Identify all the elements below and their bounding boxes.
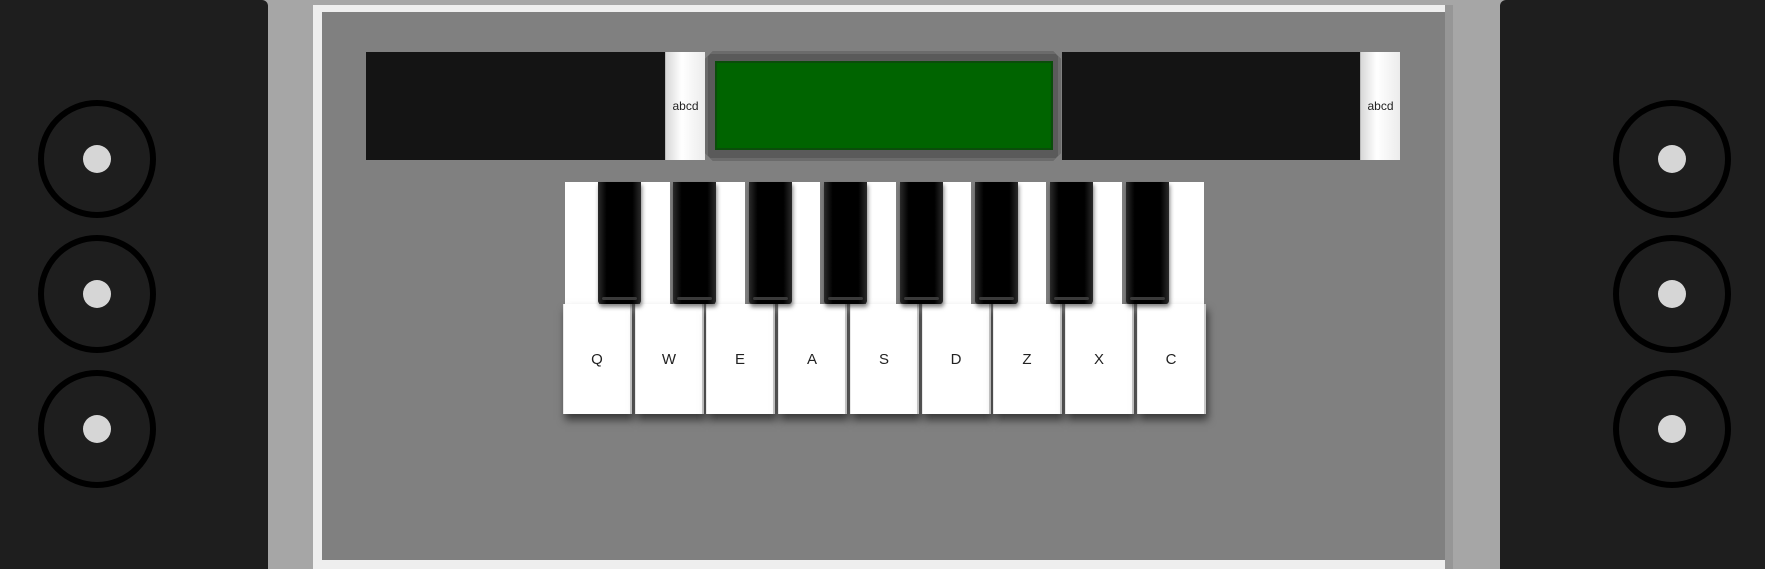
white-key-upper[interactable]	[1092, 182, 1122, 307]
black-key-2[interactable]	[673, 182, 716, 304]
white-key-q[interactable]: Q	[563, 304, 632, 414]
speaker-cone-icon	[1613, 370, 1731, 488]
white-key-d[interactable]: D	[922, 304, 991, 414]
speaker-dust-cap	[1658, 415, 1686, 443]
black-key-4[interactable]	[824, 182, 867, 304]
white-key-upper[interactable]	[790, 182, 820, 307]
speaker-dust-cap	[1658, 280, 1686, 308]
white-key-upper[interactable]	[565, 182, 599, 307]
black-key-6[interactable]	[975, 182, 1018, 304]
speaker-cone-icon	[38, 235, 156, 353]
right-cartridge-slot	[1062, 52, 1362, 160]
black-key-7[interactable]	[1050, 182, 1093, 304]
speaker-cone-icon	[1613, 235, 1731, 353]
speaker-dust-cap	[83, 280, 111, 308]
black-key-3[interactable]	[749, 182, 792, 304]
black-key-8[interactable]	[1126, 182, 1169, 304]
right-cartridge-button[interactable]: abcd	[1360, 52, 1400, 160]
white-key-upper[interactable]	[640, 182, 670, 307]
left-cartridge-slot	[366, 52, 666, 160]
speaker-cone-icon	[38, 100, 156, 218]
left-cartridge-button[interactable]: abcd	[665, 52, 705, 160]
white-key-upper[interactable]	[866, 182, 896, 307]
black-key-1[interactable]	[598, 182, 641, 304]
speaker-dust-cap	[83, 145, 111, 173]
white-key-upper[interactable]	[1167, 182, 1204, 307]
speaker-cone-icon	[38, 370, 156, 488]
piano-keyboard: Q W E A S D Z X C	[563, 182, 1208, 414]
white-key-w[interactable]: W	[635, 304, 704, 414]
synth-body-edge	[1445, 5, 1453, 569]
black-key-5[interactable]	[900, 182, 943, 304]
white-key-upper[interactable]	[715, 182, 745, 307]
white-key-c[interactable]: C	[1137, 304, 1206, 414]
white-key-a[interactable]: A	[778, 304, 847, 414]
speaker-dust-cap	[83, 415, 111, 443]
white-key-x[interactable]: X	[1065, 304, 1134, 414]
white-key-upper[interactable]	[941, 182, 971, 307]
speaker-cone-icon	[1613, 100, 1731, 218]
right-speaker	[1500, 0, 1765, 569]
lcd-display	[715, 61, 1053, 150]
white-key-s[interactable]: S	[850, 304, 919, 414]
left-speaker	[0, 0, 268, 569]
speaker-dust-cap	[1658, 145, 1686, 173]
white-key-e[interactable]: E	[706, 304, 775, 414]
white-key-upper[interactable]	[1016, 182, 1046, 307]
white-key-z[interactable]: Z	[993, 304, 1062, 414]
synth-app: abcd abcd Q W E A S D Z X C	[0, 0, 1765, 569]
